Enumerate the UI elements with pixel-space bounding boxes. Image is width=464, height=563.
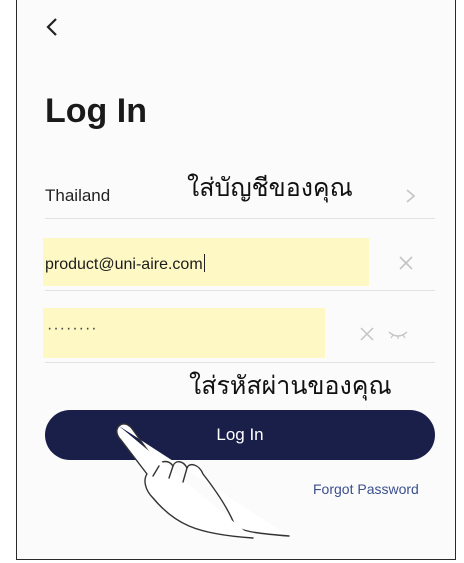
divider (45, 290, 435, 291)
page-title: Log In (45, 92, 147, 130)
email-value: product@uni-aire.com (45, 256, 203, 273)
forgot-password-link[interactable]: Forgot Password (313, 481, 419, 497)
chevron-left-icon (46, 18, 57, 36)
hand-pointer-icon (116, 423, 290, 539)
password-hint-annotation: ใส่รหัสผ่านของคุณ (189, 371, 392, 400)
divider (45, 218, 435, 219)
country-value: Thailand (45, 186, 111, 205)
login-screen: Log In Thailand ใส่บัญชีของคุณ product@u… (16, 0, 456, 560)
close-icon[interactable] (359, 326, 375, 342)
account-hint-annotation: ใส่บัญชีของคุณ (187, 173, 353, 202)
eye-closed-icon[interactable] (387, 326, 409, 342)
back-button[interactable] (35, 10, 69, 44)
password-value: ········ (47, 320, 98, 337)
close-icon[interactable] (397, 254, 415, 272)
text-caret (203, 254, 205, 272)
chevron-right-icon (406, 189, 416, 203)
divider (45, 362, 435, 363)
